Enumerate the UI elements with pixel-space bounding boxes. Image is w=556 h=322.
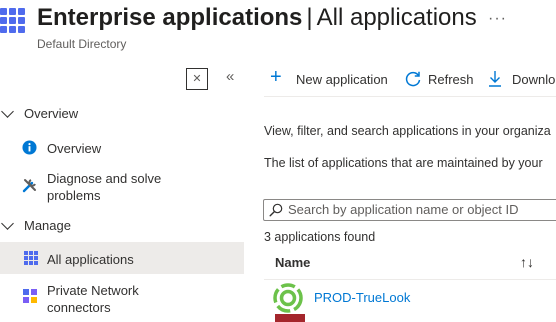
new-application-button[interactable]: + New application [268, 66, 392, 90]
page-title: Enterprise applications | All applications [37, 4, 477, 32]
search-icon [269, 203, 283, 217]
page-title-main: Enterprise applications [37, 4, 303, 31]
new-application-label: New application [296, 72, 388, 87]
more-options-button[interactable]: ··· [488, 10, 507, 28]
truelook-logo-icon [273, 283, 303, 313]
chevron-down-icon [1, 105, 14, 118]
enterprise-apps-icon [0, 8, 26, 34]
app-logo-icon[interactable] [275, 314, 305, 322]
sidebar-item-label: Diagnose and solve problems [47, 171, 162, 203]
download-button[interactable]: Downlo [486, 68, 556, 90]
nav-section-label: Overview [24, 106, 79, 121]
table-header-divider [264, 279, 556, 280]
chevron-down-icon [1, 217, 14, 230]
refresh-button[interactable]: Refresh [402, 68, 476, 90]
sidebar-item-all-applications[interactable]: All applications [0, 242, 244, 274]
page-description: View, filter, and search applications in… [264, 124, 551, 138]
refresh-icon [405, 71, 421, 87]
app-name-link[interactable]: PROD-TrueLook [314, 290, 410, 305]
sidebar-item-overview[interactable]: Overview [0, 136, 244, 160]
download-icon [489, 71, 501, 87]
nav-section-label: Manage [24, 218, 71, 233]
sidebar-item-label: All applications [47, 252, 134, 267]
sidebar-item-diagnose[interactable]: Diagnose and solve problems [0, 168, 244, 206]
page-subtitle: Default Directory [37, 37, 127, 51]
close-search-button[interactable]: ✕ [186, 68, 208, 90]
toolbar-divider [264, 96, 556, 97]
results-count: 3 applications found [264, 230, 376, 244]
nav-section-manage[interactable]: Manage [0, 216, 200, 236]
network-connector-icon [23, 289, 37, 303]
page-title-rest: All applications [316, 4, 477, 31]
sidebar-item-label: Private Network connectors [47, 283, 139, 315]
nav-section-overview[interactable]: Overview [0, 104, 200, 124]
sidebar-item-private-network-connectors[interactable]: Private Network connectors [0, 280, 244, 320]
refresh-label: Refresh [428, 72, 474, 87]
info-icon [22, 140, 37, 155]
tools-icon [22, 179, 36, 193]
search-placeholder: Search by application name or object ID [288, 202, 519, 217]
list-note: The list of applications that are mainta… [264, 156, 543, 170]
collapse-sidebar-button[interactable]: « [226, 68, 234, 85]
plus-icon: + [270, 66, 282, 88]
sidebar-item-label: Overview [47, 141, 102, 156]
page-title-separator: | [306, 4, 313, 31]
column-header-name[interactable]: Name [275, 255, 310, 270]
download-label: Downlo [512, 72, 556, 87]
grid-apps-icon [24, 251, 38, 265]
sort-icon[interactable]: ↑↓ [520, 254, 534, 270]
